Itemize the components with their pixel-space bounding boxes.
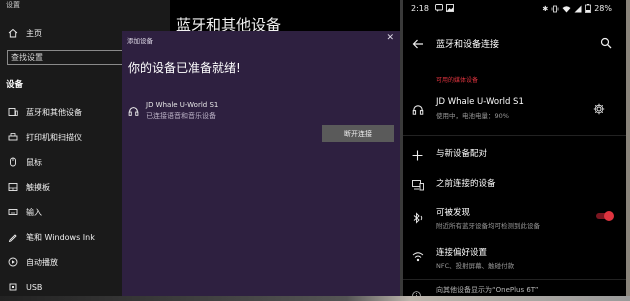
section-title: 设备 (6, 80, 24, 90)
device-name: JD Whale U-World S1 (436, 97, 524, 107)
discoverable-row[interactable]: 可被发现 附近所有蓝牙设备均可检测到此设备 (403, 203, 626, 233)
previous-devices-row[interactable]: 之前连接的设备 (403, 173, 626, 193)
nav-item-label: 蓝牙和其他设备 (26, 107, 82, 117)
autoplay-icon (6, 257, 20, 267)
pen-icon (6, 232, 20, 242)
toggle-thumb (604, 211, 614, 221)
nav-item-label: USB (26, 282, 43, 292)
device-name: JD Whale U-World S1 (146, 101, 219, 109)
signal-icon (574, 5, 582, 12)
nav-home-label: 主页 (26, 28, 42, 38)
phone-screen: 2:18 ✱ 28% 蓝牙和设备连接 可用的媒体设备 JD Whale U-Wo… (403, 0, 626, 296)
divider (403, 135, 626, 136)
dialog-caption: 添加设备 (127, 37, 153, 45)
close-icon[interactable]: ✕ (386, 33, 394, 43)
printer-icon (6, 132, 20, 142)
pair-new-device-label: 与新设备配对 (436, 149, 488, 159)
discoverable-subtitle: 附近所有蓝牙设备均可检测到此设备 (436, 222, 540, 230)
search-icon[interactable] (600, 34, 612, 53)
device-status: 使用中，电池电量：90% (436, 112, 509, 120)
nav-item-label: 鼠标 (26, 157, 42, 167)
back-arrow-icon[interactable] (412, 35, 424, 54)
nav-item-label: 笔和 Windows Ink (26, 232, 95, 242)
connection-preferences-row[interactable]: 连接偏好设置 NFC、投射屏幕、触碰付款 (403, 243, 626, 273)
dialog-heading: 你的设备已准备就绪! (128, 61, 241, 75)
devices-icon (412, 176, 424, 195)
device-visibility-row: 向其他设备显示为“OnePlus 6T” (403, 283, 626, 296)
status-time: 2:18 (411, 4, 429, 13)
window-title: 设置 (6, 1, 20, 9)
vibrate-icon (551, 5, 559, 12)
connection-preferences-subtitle: NFC、投射屏幕、触碰付款 (436, 262, 515, 270)
phone-edge (626, 0, 630, 296)
bluetooth-devices-icon (6, 107, 20, 117)
keyboard-icon (6, 207, 20, 217)
app-bar: 蓝牙和设备连接 (403, 28, 626, 56)
usb-icon (6, 282, 20, 292)
nav-item-label: 打印机和扫描仪 (26, 132, 82, 142)
battery-percent: 28% (594, 4, 612, 13)
nav-item-label: 输入 (26, 207, 42, 217)
nav-item-label: 触摸板 (26, 182, 50, 192)
pair-new-device-row[interactable]: 与新设备配对 (403, 143, 626, 163)
bluetooth-searching-icon (412, 209, 424, 228)
connection-preferences-title: 连接偏好设置 (436, 248, 488, 258)
discoverable-title: 可被发现 (436, 208, 471, 218)
disconnect-button[interactable]: 断开连接 (322, 125, 394, 142)
dialog-title-bar: 添加设备 ✕ (122, 31, 400, 48)
mouse-icon (6, 157, 20, 167)
gear-icon[interactable] (593, 100, 605, 119)
info-icon (412, 285, 421, 296)
headset-icon (128, 102, 139, 121)
image-icon (446, 4, 454, 12)
battery-icon (585, 4, 592, 13)
previous-devices-label: 之前连接的设备 (436, 179, 496, 189)
add-device-dialog: 添加设备 ✕ 你的设备已准备就绪! JD Whale U-World S1 已连… (122, 31, 400, 296)
touchpad-icon (6, 182, 20, 192)
system-icons: ✱ 28% (542, 4, 612, 13)
device-status: 已连接语音和音乐设备 (146, 112, 216, 120)
bluetooth-icon: ✱ (542, 4, 549, 13)
home-icon (6, 28, 20, 38)
notification-icons (435, 4, 454, 12)
media-devices-header: 可用的媒体设备 (436, 77, 479, 84)
app-title: 蓝牙和设备连接 (436, 40, 500, 50)
divider (403, 279, 626, 280)
status-bar: 2:18 ✱ 28% (403, 0, 626, 18)
nav-item-label: 自动播放 (26, 257, 58, 267)
plus-icon (412, 146, 423, 165)
device-visibility-text: 向其他设备显示为“OnePlus 6T” (436, 286, 539, 294)
headset-icon (412, 101, 424, 120)
wifi-icon (562, 5, 571, 12)
bottom-strip (0, 296, 630, 301)
discoverable-toggle[interactable] (596, 211, 614, 221)
connection-preferences-icon (412, 248, 424, 267)
notification-bubble-icon (435, 4, 443, 12)
